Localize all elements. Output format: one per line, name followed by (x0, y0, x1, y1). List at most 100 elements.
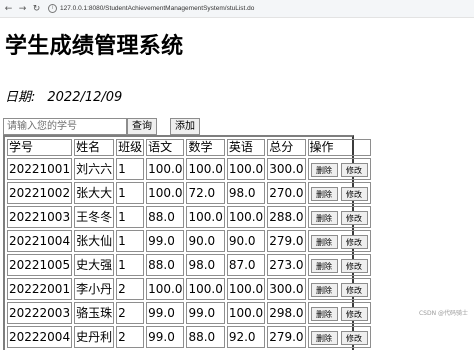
cell-total: 273.0 (267, 254, 306, 276)
edit-button[interactable]: 修改 (340, 162, 368, 177)
cell-actions: 删除 修改 (307, 326, 371, 348)
add-button[interactable]: 添加 (170, 118, 200, 135)
edit-button[interactable]: 修改 (340, 330, 368, 345)
delete-button[interactable]: 删除 (310, 234, 338, 249)
edit-button[interactable]: 修改 (340, 210, 368, 225)
header-class: 班级 (116, 139, 145, 156)
cell-math: 90.0 (186, 230, 225, 252)
table-row: 20221002 张大大 1 100.0 72.0 98.0 270.0 删除修… (7, 182, 371, 204)
cell-class: 2 (116, 326, 145, 348)
cell-class: 2 (116, 278, 145, 300)
cell-student-id: 20222003 (7, 302, 73, 324)
cell-student-id: 20221003 (7, 206, 73, 228)
table-row: 20221003 王冬冬 1 88.0 100.0 100.0 288.0 删除… (7, 206, 371, 228)
cell-student-id: 20222004 (7, 326, 73, 348)
cell-name: 李小丹 (74, 278, 115, 300)
reload-icon[interactable]: ↻ (31, 2, 42, 16)
cell-class: 1 (116, 230, 145, 252)
header-math: 数学 (186, 139, 225, 156)
cell-math: 98.0 (186, 254, 225, 276)
table-row: 20221001 刘六六 1 100.0 100.0 100.0 300.0 删… (7, 158, 371, 180)
cell-class: 1 (116, 254, 145, 276)
header-chinese: 语文 (146, 139, 185, 156)
watermark: CSDN @代码骑士 (418, 310, 468, 317)
cell-class: 1 (116, 182, 145, 204)
cell-chinese: 100.0 (146, 278, 185, 300)
cell-name: 张大仙 (74, 230, 115, 252)
address-bar[interactable]: i 127.0.0.1:8080/StudentAchievementManag… (48, 2, 470, 16)
cell-actions: 删除 修改 (307, 278, 371, 300)
student-id-search-input[interactable] (3, 118, 127, 135)
cell-total: 300.0 (267, 278, 306, 300)
page-title: 学生成绩管理系统 (5, 34, 184, 59)
cell-student-id: 20221001 (7, 158, 73, 180)
delete-button[interactable]: 删除 (310, 186, 338, 201)
cell-name: 史丹利 (74, 326, 115, 348)
cell-actions: 删除 修改 (307, 182, 371, 204)
edit-button[interactable]: 修改 (340, 282, 368, 297)
cell-class: 2 (116, 302, 145, 324)
cell-student-id: 20221005 (7, 254, 73, 276)
delete-button[interactable]: 删除 (310, 258, 338, 273)
table-row: 20222001 李小丹 2 100.0 100.0 100.0 300.0 删… (7, 278, 371, 300)
cell-chinese: 100.0 (146, 158, 185, 180)
cell-actions: 删除 修改 (307, 230, 371, 252)
header-total: 总分 (267, 139, 306, 156)
cell-english: 98.0 (226, 182, 266, 204)
cell-math: 100.0 (186, 278, 225, 300)
cell-math: 72.0 (186, 182, 225, 204)
cell-chinese: 99.0 (146, 326, 185, 348)
score-table-container: 学号 姓名 班级 语文 数学 英语 总分 操作 20221001 刘六六 1 1… (3, 135, 371, 350)
header-english: 英语 (226, 139, 266, 156)
cell-total: 270.0 (267, 182, 306, 204)
delete-button[interactable]: 删除 (310, 162, 338, 177)
cell-student-id: 20222001 (7, 278, 73, 300)
cell-chinese: 99.0 (146, 230, 185, 252)
edit-button[interactable]: 修改 (340, 258, 368, 273)
delete-button[interactable]: 删除 (310, 282, 338, 297)
cell-english: 92.0 (226, 326, 266, 348)
search-button[interactable]: 查询 (127, 118, 157, 135)
cell-total: 288.0 (267, 206, 306, 228)
delete-button[interactable]: 删除 (310, 210, 338, 225)
cell-student-id: 20221002 (7, 182, 73, 204)
date-value: 2022/12/09 (47, 90, 123, 105)
cell-class: 1 (116, 206, 145, 228)
cell-chinese: 88.0 (146, 206, 185, 228)
date-label: 日期: (5, 90, 36, 105)
cell-math: 100.0 (186, 206, 225, 228)
cell-chinese: 88.0 (146, 254, 185, 276)
cell-actions: 删除 修改 (307, 206, 371, 228)
score-table: 学号 姓名 班级 语文 数学 英语 总分 操作 20221001 刘六六 1 1… (5, 137, 373, 350)
cell-name: 骆玉珠 (74, 302, 115, 324)
delete-button[interactable]: 删除 (310, 306, 338, 321)
edit-button[interactable]: 修改 (340, 234, 368, 249)
cell-actions: 删除 修改 (307, 302, 371, 324)
table-header-row: 学号 姓名 班级 语文 数学 英语 总分 操作 (7, 139, 371, 156)
forward-arrow-icon[interactable]: → (17, 2, 28, 16)
table-row: 20222003 骆玉珠 2 99.0 99.0 100.0 298.0 删除修… (7, 302, 371, 324)
back-arrow-icon[interactable]: ← (3, 2, 14, 16)
cell-math: 99.0 (186, 302, 225, 324)
cell-name: 史大强 (74, 254, 115, 276)
cell-total: 279.0 (267, 230, 306, 252)
cell-total: 279.0 (267, 326, 306, 348)
cell-english: 100.0 (226, 206, 266, 228)
header-actions: 操作 (307, 139, 371, 156)
cell-total: 298.0 (267, 302, 306, 324)
cell-english: 100.0 (226, 302, 266, 324)
cell-english: 87.0 (226, 254, 266, 276)
table-row: 20222004 史丹利 2 99.0 88.0 92.0 279.0 删除 修改 (7, 326, 371, 348)
edit-button[interactable]: 修改 (340, 186, 368, 201)
cell-class: 1 (116, 158, 145, 180)
cell-actions: 删除 修改 (307, 158, 371, 180)
cell-total: 300.0 (267, 158, 306, 180)
info-icon[interactable]: i (48, 4, 57, 13)
delete-button[interactable]: 删除 (310, 330, 338, 345)
cell-english: 100.0 (226, 158, 266, 180)
edit-button[interactable]: 修改 (340, 306, 368, 321)
cell-name: 张大大 (74, 182, 115, 204)
cell-english: 90.0 (226, 230, 266, 252)
cell-math: 100.0 (186, 158, 225, 180)
cell-chinese: 100.0 (146, 182, 185, 204)
